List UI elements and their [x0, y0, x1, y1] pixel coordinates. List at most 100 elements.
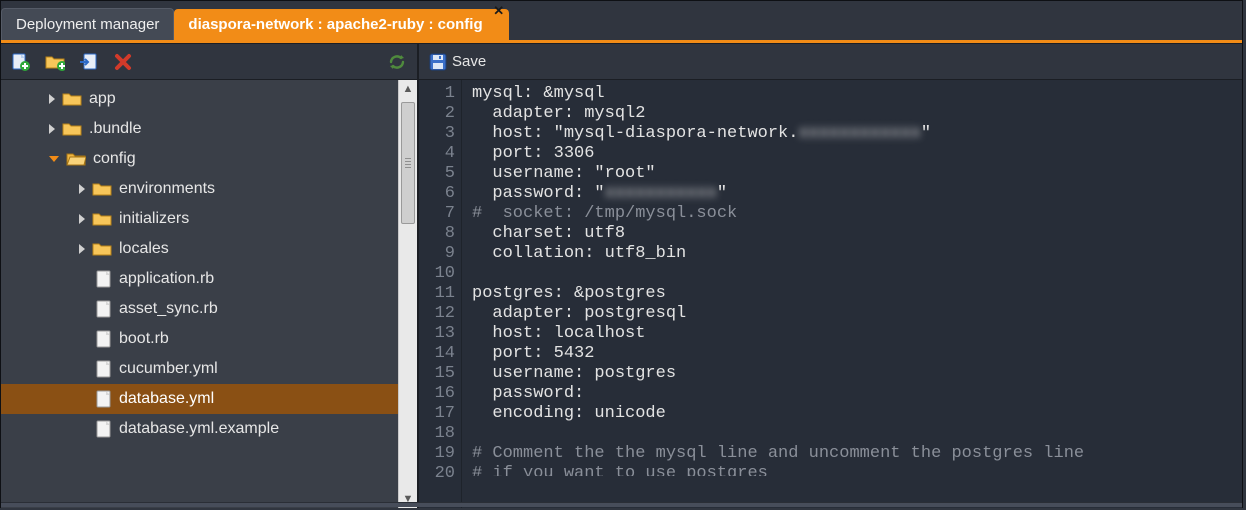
file-tree[interactable]: app .bundle config environments initializers…	[1, 80, 398, 508]
tree-file[interactable]: asset_sync.rb	[1, 294, 398, 324]
line-number: 20	[419, 464, 455, 476]
tree-folder[interactable]: environments	[1, 174, 398, 204]
code-line[interactable]: port: 3306	[472, 144, 1242, 164]
line-number: 6	[419, 184, 455, 204]
folder-icon	[92, 181, 112, 197]
code-line[interactable]: adapter: mysql2	[472, 104, 1242, 124]
expand-icon[interactable]	[49, 94, 55, 104]
code-line[interactable]	[472, 424, 1242, 444]
expand-icon[interactable]	[79, 214, 85, 224]
code-line[interactable]: password:	[472, 384, 1242, 404]
code-line[interactable]: # Comment the the mysql line and uncomme…	[472, 444, 1242, 464]
code-line[interactable]: port: 5432	[472, 344, 1242, 364]
tree-folder[interactable]: config	[1, 144, 398, 174]
code-line[interactable]: # if you want to use postgres	[472, 464, 1242, 476]
sidebar-toolbar	[1, 44, 417, 80]
line-number: 5	[419, 164, 455, 184]
folder-plus-icon	[45, 53, 65, 71]
folder-icon	[66, 151, 86, 167]
code-line[interactable]: password: "xxxxxxxxxxx"	[472, 184, 1242, 204]
line-number: 10	[419, 264, 455, 284]
tree-item-label: initializers	[119, 210, 189, 228]
delete-button[interactable]	[113, 52, 133, 72]
code-line[interactable]: username: "root"	[472, 164, 1242, 184]
tab-label: diaspora-network : apache2-ruby : config	[188, 16, 482, 33]
editor-pane: Save 1234567891011121314151617181920 mys…	[417, 44, 1242, 508]
tree-file[interactable]: boot.rb	[1, 324, 398, 354]
expand-icon[interactable]	[79, 244, 85, 254]
tree-file[interactable]: database.yml.example	[1, 414, 398, 444]
line-number: 8	[419, 224, 455, 244]
file-plus-icon	[11, 53, 31, 71]
tree-folder[interactable]: locales	[1, 234, 398, 264]
new-file-button[interactable]	[11, 52, 31, 72]
line-number: 12	[419, 304, 455, 324]
tab-config-file[interactable]: diaspora-network : apache2-ruby : config…	[174, 9, 508, 40]
code-line[interactable]: username: postgres	[472, 364, 1242, 384]
new-folder-button[interactable]	[45, 52, 65, 72]
tree-file[interactable]: database.yml	[1, 384, 398, 414]
tree-folder[interactable]: .bundle	[1, 114, 398, 144]
line-number: 16	[419, 384, 455, 404]
code-editor[interactable]: 1234567891011121314151617181920 mysql: &…	[419, 80, 1242, 508]
editor-toolbar: Save	[419, 44, 1242, 80]
code-line[interactable]	[472, 264, 1242, 284]
file-icon	[96, 360, 112, 378]
tree-item-label: cucumber.yml	[119, 360, 218, 378]
delete-icon	[114, 53, 132, 71]
line-number: 11	[419, 284, 455, 304]
code-line[interactable]: encoding: unicode	[472, 404, 1242, 424]
tree-scrollbar[interactable]: ▲ ▼	[398, 80, 417, 508]
line-number: 17	[419, 404, 455, 424]
import-button[interactable]	[79, 52, 99, 72]
expand-icon[interactable]	[79, 184, 85, 194]
file-icon	[96, 420, 112, 438]
tab-bar: Deployment manager diaspora-network : ap…	[1, 1, 1242, 43]
tab-label: Deployment manager	[16, 16, 159, 33]
code-content[interactable]: mysql: &mysql adapter: mysql2 host: "mys…	[462, 80, 1242, 508]
close-icon[interactable]: ✕	[493, 5, 505, 17]
line-number: 18	[419, 424, 455, 444]
expand-icon[interactable]	[49, 124, 55, 134]
save-button[interactable]: Save	[429, 52, 486, 72]
file-icon	[96, 330, 112, 348]
code-line[interactable]: host: "mysql-diaspora-network.xxxxxxxxxx…	[472, 124, 1242, 144]
line-number-gutter: 1234567891011121314151617181920	[419, 80, 462, 508]
tree-item-label: .bundle	[89, 120, 142, 138]
tree-item-label: config	[93, 150, 136, 168]
tree-file[interactable]: cucumber.yml	[1, 354, 398, 384]
tree-folder[interactable]: initializers	[1, 204, 398, 234]
code-line[interactable]: adapter: postgresql	[472, 304, 1242, 324]
folder-icon	[92, 211, 112, 227]
code-line[interactable]: host: localhost	[472, 324, 1242, 344]
tree-file[interactable]: application.rb	[1, 264, 398, 294]
code-line[interactable]: collation: utf8_bin	[472, 244, 1242, 264]
line-number: 19	[419, 444, 455, 464]
file-icon	[96, 390, 112, 408]
line-number: 13	[419, 324, 455, 344]
code-line[interactable]: charset: utf8	[472, 224, 1242, 244]
code-line[interactable]: mysql: &mysql	[472, 84, 1242, 104]
folder-icon	[92, 241, 112, 257]
folder-icon	[62, 91, 82, 107]
refresh-button[interactable]	[387, 52, 407, 72]
tree-item-label: asset_sync.rb	[119, 300, 218, 318]
code-line[interactable]: # socket: /tmp/mysql.sock	[472, 204, 1242, 224]
scroll-thumb[interactable]	[401, 102, 415, 224]
line-number: 15	[419, 364, 455, 384]
line-number: 14	[419, 344, 455, 364]
redacted-text: xxxxxxxxxxxx	[798, 124, 920, 143]
file-icon	[96, 270, 112, 288]
tree-item-label: application.rb	[119, 270, 214, 288]
save-label: Save	[452, 53, 486, 70]
folder-icon	[62, 121, 82, 137]
code-line[interactable]: postgres: &postgres	[472, 284, 1242, 304]
scroll-up-icon[interactable]: ▲	[399, 80, 417, 98]
tree-item-label: database.yml.example	[119, 420, 279, 438]
line-number: 1	[419, 84, 455, 104]
tree-folder[interactable]: app	[1, 84, 398, 114]
expand-icon[interactable]	[49, 156, 59, 162]
line-number: 2	[419, 104, 455, 124]
line-number: 9	[419, 244, 455, 264]
tab-deployment-manager[interactable]: Deployment manager	[1, 8, 174, 40]
